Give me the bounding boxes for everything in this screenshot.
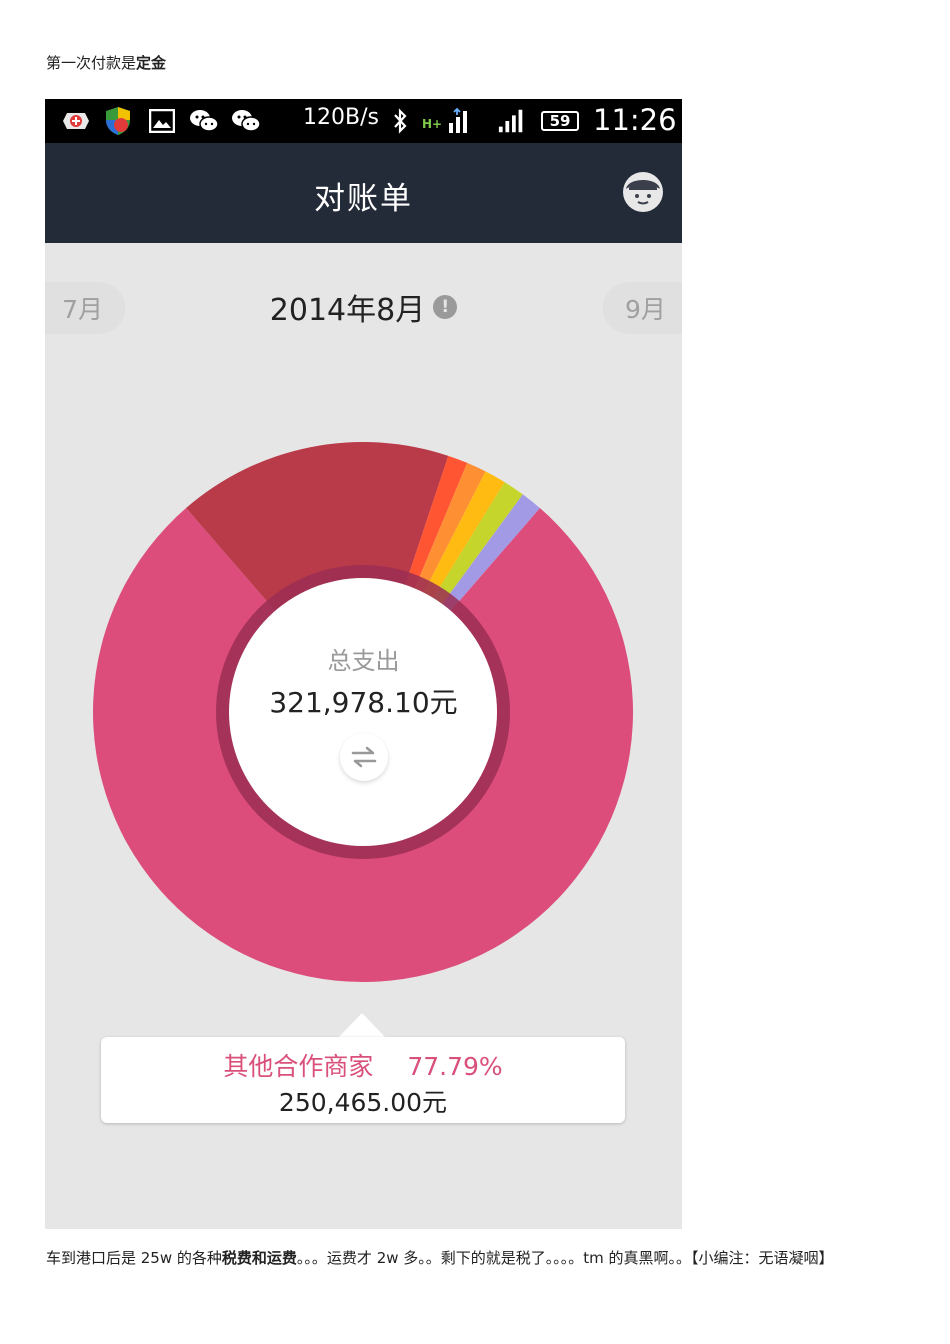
intro-text: 第一次付款是定金 [46, 52, 166, 73]
tooltip-category: 其他合作商家 [223, 1052, 374, 1081]
tooltip-amount: 250,465.00元 [278, 1088, 448, 1117]
swap-view-button[interactable] [340, 733, 388, 781]
intro-bold: 定金 [136, 54, 167, 72]
intro-plain: 第一次付款是 [46, 54, 137, 72]
total-expense-label: 总支出 [327, 647, 400, 675]
caption-part-2: 。。。运费才 2w 多。。剩下的就是税了。。。。tm 的真黑啊。。【小编注：无语… [296, 1249, 834, 1267]
tooltip-percent: 77.79% [407, 1052, 503, 1081]
tooltip-title: 其他合作商家 77.79% [101, 1047, 625, 1083]
swap-icon [351, 746, 377, 768]
total-expense-value: 321,978.10元 [269, 686, 458, 719]
caption-text: 车到港口后是 25w 的各种税费和运费。。。运费才 2w 多。。剩下的就是税了。… [46, 1245, 916, 1271]
tooltip-pointer [338, 1013, 386, 1038]
caption-bold: 税费和运费 [221, 1249, 297, 1267]
caption-part-1: 车到港口后是 25w 的各种 [46, 1249, 222, 1267]
phone-screenshot: 120B/s H+ 59 11:26 对账单 7月 9月 2014年8月 ! 总… [45, 99, 682, 1229]
slice-tooltip: 其他合作商家 77.79% 250,465.00元 [101, 1037, 625, 1123]
